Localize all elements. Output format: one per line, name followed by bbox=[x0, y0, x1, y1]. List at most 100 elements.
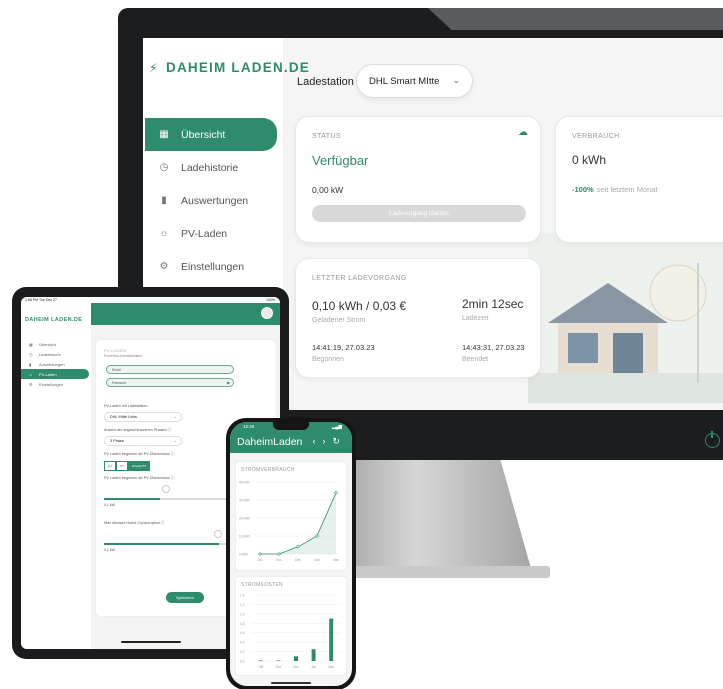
max-slider-handle[interactable] bbox=[214, 530, 222, 538]
home-indicator bbox=[271, 682, 311, 684]
duration-label: Ladezeit bbox=[462, 315, 489, 322]
stromverbrauch-title: STROMVERBRAUCH bbox=[241, 467, 295, 473]
home-indicator bbox=[121, 641, 181, 643]
sidebar-item-einstellungen[interactable]: ⚙ Einstellungen bbox=[145, 250, 277, 283]
max-consumption-slider[interactable] bbox=[104, 543, 229, 545]
sidebar-item-label: Übersicht bbox=[39, 341, 56, 347]
y-tick-label: 0.4 bbox=[240, 641, 245, 645]
start-mode-label-text: PV Laden beginnen ab PV-Überschuss bbox=[104, 452, 170, 456]
sidebar-item-label: PV-Laden bbox=[39, 371, 57, 377]
bar-chart-icon: ▮ bbox=[29, 361, 32, 367]
sidebar-item-ladehistorie[interactable]: ◷ Ladehistorie bbox=[145, 151, 277, 184]
sidebar-item-uebersicht[interactable]: ▦ Übersicht bbox=[21, 339, 91, 349]
x-tick-label: Mar bbox=[333, 558, 339, 562]
x-tick-label: Mar bbox=[328, 665, 334, 669]
y-tick-label: 20 kWh bbox=[239, 517, 250, 521]
ladestation-label: Ladestation bbox=[297, 76, 354, 88]
info-icon[interactable]: ⓘ bbox=[161, 521, 165, 525]
y-tick-label: 0.8 bbox=[240, 622, 245, 626]
email-field[interactable]: Email bbox=[106, 365, 234, 374]
phone-device: 12:49 ▂▄▆ DaheimLaden ‹›↻ STROMVERBRAUCH… bbox=[226, 418, 356, 689]
ladestation-select[interactable]: DHL Smart MItte ⌄ bbox=[356, 64, 473, 98]
history-icon: ◷ bbox=[29, 351, 33, 357]
stromkosten-title: STROMKOSTEN bbox=[241, 582, 283, 588]
grid-icon: ▦ bbox=[159, 129, 169, 140]
seg-pv[interactable]: PV bbox=[116, 461, 128, 471]
save-button[interactable]: Speichern bbox=[166, 592, 204, 603]
house-illustration bbox=[528, 233, 723, 403]
start-label: Begonnen bbox=[312, 356, 344, 363]
verbrauch-card: VERBRAUCH 0 kWh -100% seit letztem Monat bbox=[555, 116, 723, 243]
bar bbox=[329, 618, 334, 661]
sidebar-item-label: Einstellungen bbox=[39, 381, 64, 387]
data-point bbox=[296, 545, 300, 549]
chevron-left-icon[interactable]: ‹ bbox=[312, 436, 322, 446]
tablet-brand-logo[interactable]: DAHEIM LADEN.DE bbox=[25, 317, 82, 323]
station-value: DHL MItte Links bbox=[110, 415, 137, 419]
bar bbox=[276, 660, 281, 661]
x-tick-label: Okt bbox=[258, 558, 263, 562]
gear-icon: ⚙ bbox=[29, 381, 33, 387]
bar bbox=[294, 656, 298, 661]
info-icon[interactable]: ⓘ bbox=[168, 428, 172, 432]
monitor-glare bbox=[428, 8, 723, 30]
signal-icon: ▂▄▆ bbox=[331, 424, 342, 429]
max-value: 0,1 kW bbox=[104, 548, 115, 552]
sidebar-item-pv-laden[interactable]: ☼ PV-Laden bbox=[21, 369, 89, 379]
sidebar-item-auswertungen[interactable]: ▮ Auswertungen bbox=[21, 359, 91, 369]
energy-label: Geladener Strom bbox=[312, 317, 366, 324]
letzter-ladevorgang-card: LETZTER LADEVORGANG 0,10 kWh / 0,03 € Ge… bbox=[295, 258, 541, 378]
power-icon[interactable] bbox=[705, 431, 720, 448]
threshold-slider[interactable] bbox=[104, 498, 229, 500]
bar-chart-icon: ▮ bbox=[161, 195, 167, 206]
phases-select[interactable]: 3 Phase ⌄ bbox=[104, 436, 182, 446]
phases-value: 3 Phase bbox=[110, 439, 124, 443]
cloud-icon: ☁ bbox=[518, 127, 528, 138]
status-power: 0,00 kW bbox=[312, 185, 344, 195]
chevron-right-icon[interactable]: › bbox=[322, 436, 332, 446]
seg-aus[interactable]: aus bbox=[104, 461, 116, 471]
x-tick-label: Jan bbox=[314, 558, 319, 562]
info-icon[interactable]: ⓘ bbox=[171, 452, 175, 456]
phone-header: 12:49 ▂▄▆ DaheimLaden ‹›↻ bbox=[230, 422, 352, 453]
eye-icon[interactable]: ◉ bbox=[227, 380, 231, 385]
chevron-down-icon: ⌄ bbox=[173, 438, 177, 443]
plug-icon: ⚡ bbox=[149, 61, 159, 75]
grid-icon: ▦ bbox=[29, 341, 33, 347]
sidebar-item-einstellungen[interactable]: ⚙ Einstellungen bbox=[21, 379, 91, 389]
max-consumption-label: Max Allowed Home Consumption ⓘ bbox=[104, 521, 165, 526]
sidebar-item-auswertungen[interactable]: ▮ Auswertungen bbox=[145, 184, 277, 217]
chevron-down-icon: ⌄ bbox=[452, 75, 460, 85]
tablet-battery: 100% bbox=[266, 298, 275, 302]
verbrauch-heading: VERBRAUCH bbox=[572, 133, 620, 140]
stromverbrauch-chart: 0 kWh 10 kWh 20 kWh 30 kWh 40 kWh Okt Nov Dec Ja… bbox=[239, 481, 340, 562]
sidebar-item-pv-laden[interactable]: ☼ PV-Laden bbox=[145, 217, 277, 250]
app-title: DaheimLaden bbox=[237, 436, 303, 448]
refresh-icon[interactable]: ↻ bbox=[332, 436, 347, 446]
seg-anteilig[interactable]: anteilig PV bbox=[128, 461, 150, 471]
avatar[interactable] bbox=[261, 307, 273, 319]
tablet-sidebar: DAHEIM LADEN.DE ▦ Übersicht ◷ Ladehistorie… bbox=[21, 303, 91, 649]
pv-heading: PV-LADEN bbox=[104, 348, 127, 353]
tablet-clock: 1:58 PM Tue Dec 27 bbox=[25, 298, 57, 302]
sidebar-item-uebersicht[interactable]: ▦ Übersicht bbox=[145, 118, 277, 151]
sidebar-item-ladehistorie[interactable]: ◷ Ladehistorie bbox=[21, 349, 91, 359]
desktop-main: Ladestation DHL Smart MItte ⌄ STATUS ☁ V… bbox=[283, 38, 723, 410]
data-point bbox=[334, 491, 338, 495]
start-charging-button[interactable]: Ladevorgang starten bbox=[312, 205, 526, 222]
chevron-down-icon: ⌄ bbox=[173, 414, 177, 419]
phone-screen: 12:49 ▂▄▆ DaheimLaden ‹›↻ STROMVERBRAUCH… bbox=[230, 422, 352, 686]
status-card: STATUS ☁ Verfügbar 0,00 kW Ladevorgang s… bbox=[295, 116, 541, 243]
password-field[interactable]: Passwort ◉ bbox=[106, 378, 234, 387]
stromverbrauch-card: STROMVERBRAUCH 0 kWh 10 kWh 20 kWh 30 kWh 40… bbox=[235, 461, 347, 571]
station-label: PV-Laden mit Ladestation bbox=[104, 404, 148, 408]
energy-value: 0,10 kWh / 0,03 € bbox=[312, 299, 407, 313]
duration-value: 2min 12sec bbox=[462, 297, 524, 311]
x-tick-label: Dec bbox=[295, 558, 301, 562]
status-value: Verfügbar bbox=[312, 153, 369, 168]
x-tick-label: Nov bbox=[276, 558, 282, 562]
info-icon[interactable]: ⓘ bbox=[171, 476, 175, 480]
station-select[interactable]: DHL MItte Links ⌄ bbox=[104, 412, 182, 422]
phases-label-text: Anzahl der angeschlossenen Phasen bbox=[104, 428, 167, 432]
threshold-slider-handle[interactable] bbox=[162, 485, 170, 493]
